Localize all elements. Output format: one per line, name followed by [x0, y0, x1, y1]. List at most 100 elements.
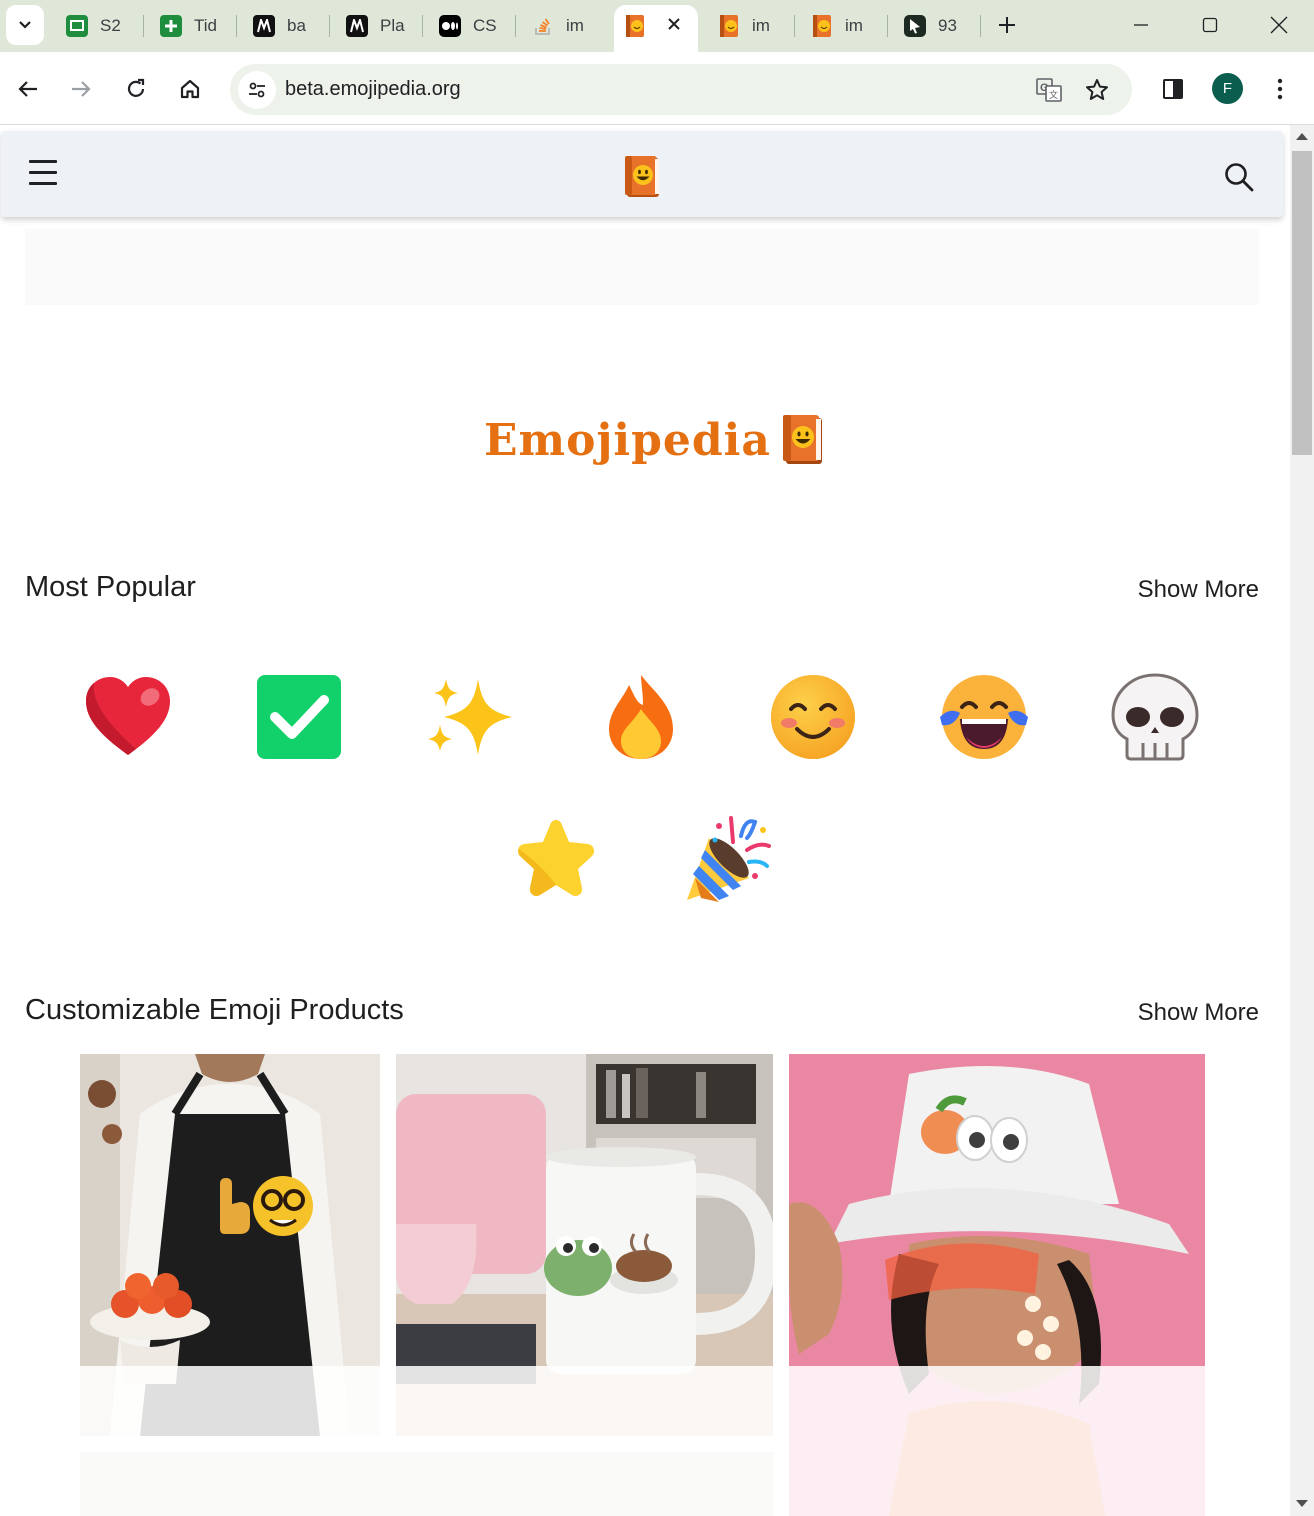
tab-separator [236, 15, 237, 37]
tab-emojipedia-favicon [624, 8, 654, 44]
tab-separator [980, 15, 981, 37]
tab-emojipedia-2[interactable]: im [718, 8, 780, 44]
menu-button[interactable] [29, 160, 59, 186]
browser-toolbar: beta.emojipedia.org G文 F [0, 52, 1314, 125]
emojipedia-icon [718, 15, 740, 37]
browser-menu-button[interactable] [1261, 70, 1299, 108]
translate-icon: G文 [1036, 78, 1062, 102]
side-panel-icon [1163, 79, 1183, 99]
tab-separator [143, 15, 144, 37]
google-slides-icon [66, 15, 88, 37]
scroll-up-arrow-icon[interactable] [1296, 133, 1308, 140]
m-app-icon [346, 15, 368, 37]
tab-slides[interactable]: S2 [66, 8, 136, 44]
back-button[interactable] [9, 70, 47, 108]
star-emoji-icon[interactable] [508, 812, 604, 908]
stackoverflow-icon [532, 15, 554, 37]
brand-title: Emojipedia [484, 414, 771, 466]
page-viewport: Emojipedia Most Popular Show More Custom… [0, 125, 1290, 1516]
tab-sheets[interactable]: Tid [160, 8, 230, 44]
reload-icon [127, 78, 145, 97]
tab-separator [794, 15, 795, 37]
star-outline-icon [1086, 79, 1108, 100]
most-popular-show-more-link[interactable]: Show More [1138, 576, 1259, 604]
tab-medium[interactable]: CS [439, 8, 509, 44]
most-popular-title: Most Popular [25, 571, 196, 603]
tab-separator [329, 15, 330, 37]
scroll-down-arrow-icon[interactable] [1296, 1500, 1308, 1507]
tab-m-app-1[interactable]: ba [253, 8, 323, 44]
side-panel-button[interactable] [1154, 70, 1192, 108]
search-icon[interactable] [1223, 161, 1255, 193]
party-popper-emoji-icon[interactable] [679, 812, 775, 908]
brand-heading: Emojipedia [484, 410, 825, 470]
tab-label: im [566, 16, 584, 35]
tab-label: ba [287, 16, 306, 35]
arrow-right-icon [72, 81, 91, 97]
products-show-more-link[interactable]: Show More [1138, 999, 1259, 1027]
tab-strip: S2 Tid ba Pla CS im im im 93 [0, 0, 1314, 52]
home-button[interactable] [171, 70, 209, 108]
tab-m-app-2[interactable]: Pla [346, 8, 416, 44]
tab-label: im [752, 16, 770, 35]
bottom-fade-overlay [0, 1366, 1290, 1516]
cursor-app-icon [904, 15, 926, 37]
profile-avatar[interactable]: F [1212, 73, 1243, 104]
m-app-icon [253, 15, 275, 37]
tab-label: 93 [938, 16, 957, 35]
page-scrollbar[interactable] [1290, 125, 1314, 1516]
tab-label: Pla [380, 16, 405, 35]
tab-separator [422, 15, 423, 37]
forward-button[interactable] [62, 70, 100, 108]
plus-icon [999, 17, 1015, 33]
tab-label: im [845, 16, 863, 35]
tab-separator [887, 15, 888, 37]
maximize-icon [1202, 17, 1218, 33]
arrow-left-icon [18, 81, 37, 97]
translate-button[interactable]: G文 [1033, 74, 1065, 106]
emojipedia-icon [624, 15, 646, 37]
tab-emojipedia-3[interactable]: im [811, 8, 873, 44]
emojipedia-icon [811, 15, 833, 37]
tab-separator [515, 15, 516, 37]
tab-label: S2 [100, 16, 121, 35]
fire-emoji-icon[interactable] [593, 669, 689, 765]
skull-emoji-icon[interactable] [1107, 669, 1203, 765]
more-vertical-icon [1277, 78, 1283, 100]
emojipedia-logo-icon[interactable] [621, 155, 663, 199]
tab-stackoverflow[interactable]: im [532, 8, 602, 44]
svg-text:文: 文 [1049, 89, 1058, 101]
minimize-icon [1134, 24, 1148, 26]
emojipedia-book-icon [782, 415, 822, 464]
chevron-down-icon [19, 21, 31, 29]
reload-button[interactable] [117, 70, 155, 108]
medium-icon [439, 15, 461, 37]
scrollbar-thumb[interactable] [1292, 151, 1312, 455]
tab-cursor-app[interactable]: 93 [904, 8, 974, 44]
ad-placeholder [25, 229, 1259, 305]
maximize-button[interactable] [1195, 10, 1225, 40]
smiling-face-emoji-icon[interactable] [765, 669, 861, 765]
tab-label: CS [473, 16, 497, 35]
address-bar[interactable]: beta.emojipedia.org G文 [230, 64, 1132, 115]
site-info-button[interactable] [238, 71, 276, 109]
check-mark-button-emoji-icon[interactable] [251, 669, 347, 765]
google-sheets-icon [160, 15, 182, 37]
tab-close-button[interactable] [662, 12, 686, 36]
home-icon [180, 79, 200, 99]
close-icon [668, 18, 680, 30]
sparkles-emoji-icon[interactable] [422, 669, 518, 765]
tune-icon [249, 82, 265, 98]
tab-search-button[interactable] [6, 5, 44, 45]
bookmark-button[interactable] [1081, 74, 1113, 106]
url-text[interactable]: beta.emojipedia.org [285, 78, 461, 101]
tab-label: Tid [194, 16, 217, 35]
tears-of-joy-emoji-icon[interactable] [936, 669, 1032, 765]
new-tab-button[interactable] [992, 10, 1022, 40]
red-heart-emoji-icon[interactable] [80, 669, 176, 765]
close-window-button[interactable] [1264, 10, 1294, 40]
products-title: Customizable Emoji Products [25, 994, 404, 1026]
site-header [1, 131, 1283, 217]
close-icon [1270, 16, 1288, 34]
minimize-button[interactable] [1126, 10, 1156, 40]
